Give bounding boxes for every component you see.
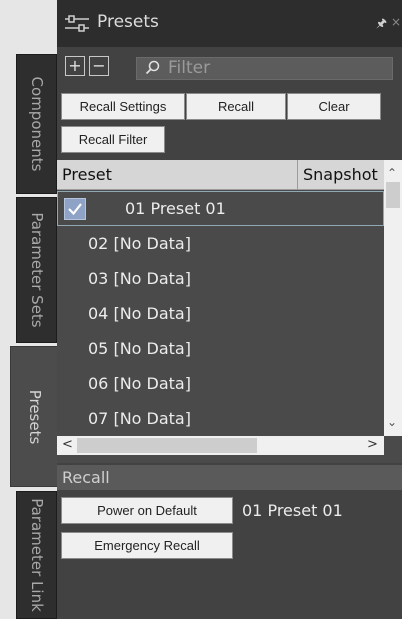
table-row[interactable]: 03 [No Data]: [57, 262, 384, 297]
tab-components-label: Components: [27, 76, 46, 172]
emergency-recall-button[interactable]: Emergency Recall: [61, 532, 233, 559]
table-body: 01 Preset 01 02 [No Data] 03 [No Data] 0…: [57, 190, 384, 436]
table-row[interactable]: 01 Preset 01: [57, 191, 384, 226]
recall-section-header: Recall: [57, 465, 402, 490]
tab-parameter-link[interactable]: Parameter Link: [16, 491, 57, 619]
row-label: 03 [No Data]: [88, 269, 191, 288]
chevron-down-icon[interactable]: ⌄: [387, 415, 397, 429]
vertical-scroll-thumb[interactable]: [386, 182, 400, 208]
row-label: 04 [No Data]: [88, 304, 191, 323]
recall-section-title: Recall: [62, 468, 110, 487]
pin-icon[interactable]: 🖈: [376, 14, 387, 35]
filter-placeholder: Filter: [168, 58, 211, 78]
table-row[interactable]: 02 [No Data]: [57, 227, 384, 262]
column-divider[interactable]: [297, 160, 298, 190]
panel-titlebar: Presets 🖈 ×: [57, 0, 402, 47]
row-label: 05 [No Data]: [88, 339, 191, 358]
power-on-default-button[interactable]: Power on Default: [61, 497, 233, 524]
column-header-snapshot[interactable]: Snapshot: [303, 165, 378, 184]
tab-parameter-sets[interactable]: Parameter Sets: [16, 197, 57, 343]
row-label: 01 Preset 01: [125, 199, 226, 218]
recall-filter-button[interactable]: Recall Filter: [61, 126, 165, 153]
row-label: 07 [No Data]: [88, 409, 191, 428]
presets-panel: Presets 🖈 × + − Filter Recall Settings R…: [57, 0, 402, 619]
vertical-scrollbar[interactable]: ⌃ ⌄: [384, 160, 402, 436]
row-checkbox[interactable]: [64, 198, 86, 220]
recall-button[interactable]: Recall: [186, 93, 286, 120]
tab-parameter-sets-label: Parameter Sets: [27, 212, 46, 328]
panel-title: Presets: [97, 12, 159, 32]
table-row[interactable]: 07 [No Data]: [57, 402, 384, 436]
table-header: Preset Snapshot: [57, 160, 384, 190]
collapse-all-button[interactable]: −: [89, 56, 109, 76]
presets-sliders-icon: [65, 15, 89, 32]
expand-all-button[interactable]: +: [65, 56, 85, 76]
row-label: 06 [No Data]: [88, 374, 191, 393]
row-label: 02 [No Data]: [88, 234, 191, 253]
horizontal-scrollbar[interactable]: < >: [57, 436, 384, 455]
checkmark-icon: [68, 203, 82, 216]
presets-table: Preset Snapshot 01 Preset 01 02 [No Data…: [57, 160, 402, 463]
column-header-preset[interactable]: Preset: [62, 165, 112, 184]
horizontal-scroll-thumb[interactable]: [77, 438, 257, 453]
chevron-right-icon[interactable]: >: [367, 437, 378, 452]
tab-parameter-link-label: Parameter Link: [27, 498, 46, 612]
chevron-left-icon[interactable]: <: [62, 437, 73, 452]
power-on-default-value: 01 Preset 01: [242, 501, 343, 520]
clear-button[interactable]: Clear: [287, 93, 381, 120]
tab-components[interactable]: Components: [16, 54, 57, 194]
vertical-tab-strip: Components Parameter Sets Presets Parame…: [0, 0, 59, 619]
search-icon: [145, 60, 160, 75]
recall-settings-button[interactable]: Recall Settings: [61, 93, 185, 120]
tab-presets[interactable]: Presets: [10, 346, 59, 487]
close-icon[interactable]: ×: [391, 15, 401, 29]
table-row[interactable]: 04 [No Data]: [57, 297, 384, 332]
chevron-up-icon[interactable]: ⌃: [387, 166, 397, 180]
filter-input[interactable]: Filter: [136, 57, 393, 80]
table-row[interactable]: 06 [No Data]: [57, 367, 384, 402]
tab-presets-label: Presets: [25, 389, 44, 444]
table-row[interactable]: 05 [No Data]: [57, 332, 384, 367]
